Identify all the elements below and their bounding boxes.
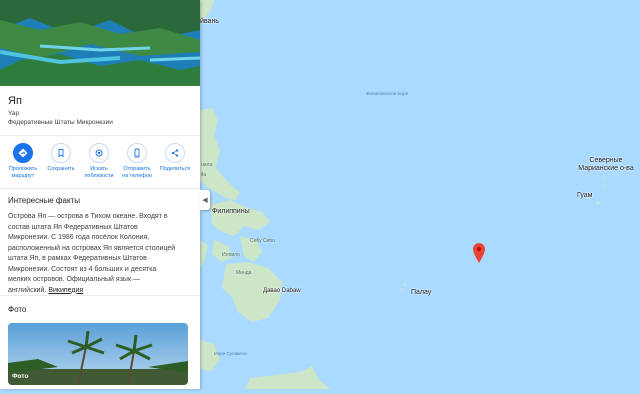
place-title: Яп — [8, 95, 22, 107]
share-label: Поделиться — [159, 166, 191, 172]
chevron-left-icon: ◀ — [202, 197, 208, 204]
facts-body: Острова Яп — острова в Тихом океане. Вхо… — [8, 213, 176, 294]
label-manila: нила — [201, 162, 213, 168]
label-northern-mariana-islands: Северные Марианские о-ва — [578, 157, 634, 172]
divider — [0, 135, 200, 136]
label-philippine-sea: Филиппинское море — [366, 91, 409, 96]
label-palau: Палау — [411, 289, 432, 296]
place-region: Федеративные Штаты Микронезии — [8, 119, 113, 126]
collapse-panel-button[interactable]: ◀ — [200, 190, 210, 210]
location-pin-icon[interactable] — [473, 243, 485, 263]
directions-icon — [13, 143, 33, 163]
directions-label-2: маршрут — [11, 173, 35, 179]
label-celebes-sea: Море Сулавеси — [214, 351, 247, 356]
phone-icon — [127, 143, 147, 163]
photo-thumbnail[interactable]: Фото — [8, 323, 188, 385]
directions-button[interactable]: Проложить маршрут — [4, 141, 42, 180]
label-philippines: Филиппины — [212, 208, 250, 215]
wikipedia-link[interactable]: Википедия — [48, 287, 83, 294]
nearby-icon — [89, 143, 109, 163]
bookmark-icon — [51, 143, 71, 163]
label-manila-latin: ila — [201, 172, 207, 178]
palm-trees-image — [8, 323, 188, 385]
aerial-island-image — [0, 0, 200, 86]
place-panel: Яп Yap Федеративные Штаты Микронезии Про… — [0, 0, 200, 389]
share-button[interactable]: Поделиться — [156, 141, 194, 173]
nearby-label-1: Искать — [90, 166, 108, 172]
divider — [0, 295, 200, 296]
hero-photo[interactable] — [0, 0, 200, 86]
label-davao: Давао Dabaw — [263, 288, 301, 294]
place-native-name: Yap — [8, 110, 20, 117]
label-guam: Гуам — [577, 192, 593, 199]
save-button[interactable]: Сохранить — [42, 141, 80, 173]
nearby-label-2: поблизости — [84, 173, 114, 179]
label-cebu: Себу Cebu — [250, 238, 275, 244]
save-label: Сохранить — [47, 166, 75, 172]
divider — [0, 188, 200, 189]
photo-label: Фото — [12, 373, 29, 380]
photos-heading: Фото — [8, 305, 27, 314]
facts-text: Острова Яп — острова в Тихом океане. Вхо… — [8, 212, 178, 296]
nearby-button[interactable]: Искать поблизости — [80, 141, 118, 180]
send-to-phone-button[interactable]: Отправить на телефон — [118, 141, 156, 180]
send-label-1: Отправить — [123, 166, 151, 172]
share-icon — [165, 143, 185, 163]
directions-label-1: Проложить — [8, 166, 38, 172]
label-iloilo: Илоило — [222, 252, 240, 258]
facts-heading: Интересные факты — [8, 196, 80, 205]
send-label-2: на телефон — [122, 173, 152, 179]
label-mindanao: Минда — [236, 270, 252, 276]
label-taiwan: йвань — [200, 18, 219, 25]
action-bar: Проложить маршрут Сохранить Искать поблизо… — [4, 141, 196, 185]
